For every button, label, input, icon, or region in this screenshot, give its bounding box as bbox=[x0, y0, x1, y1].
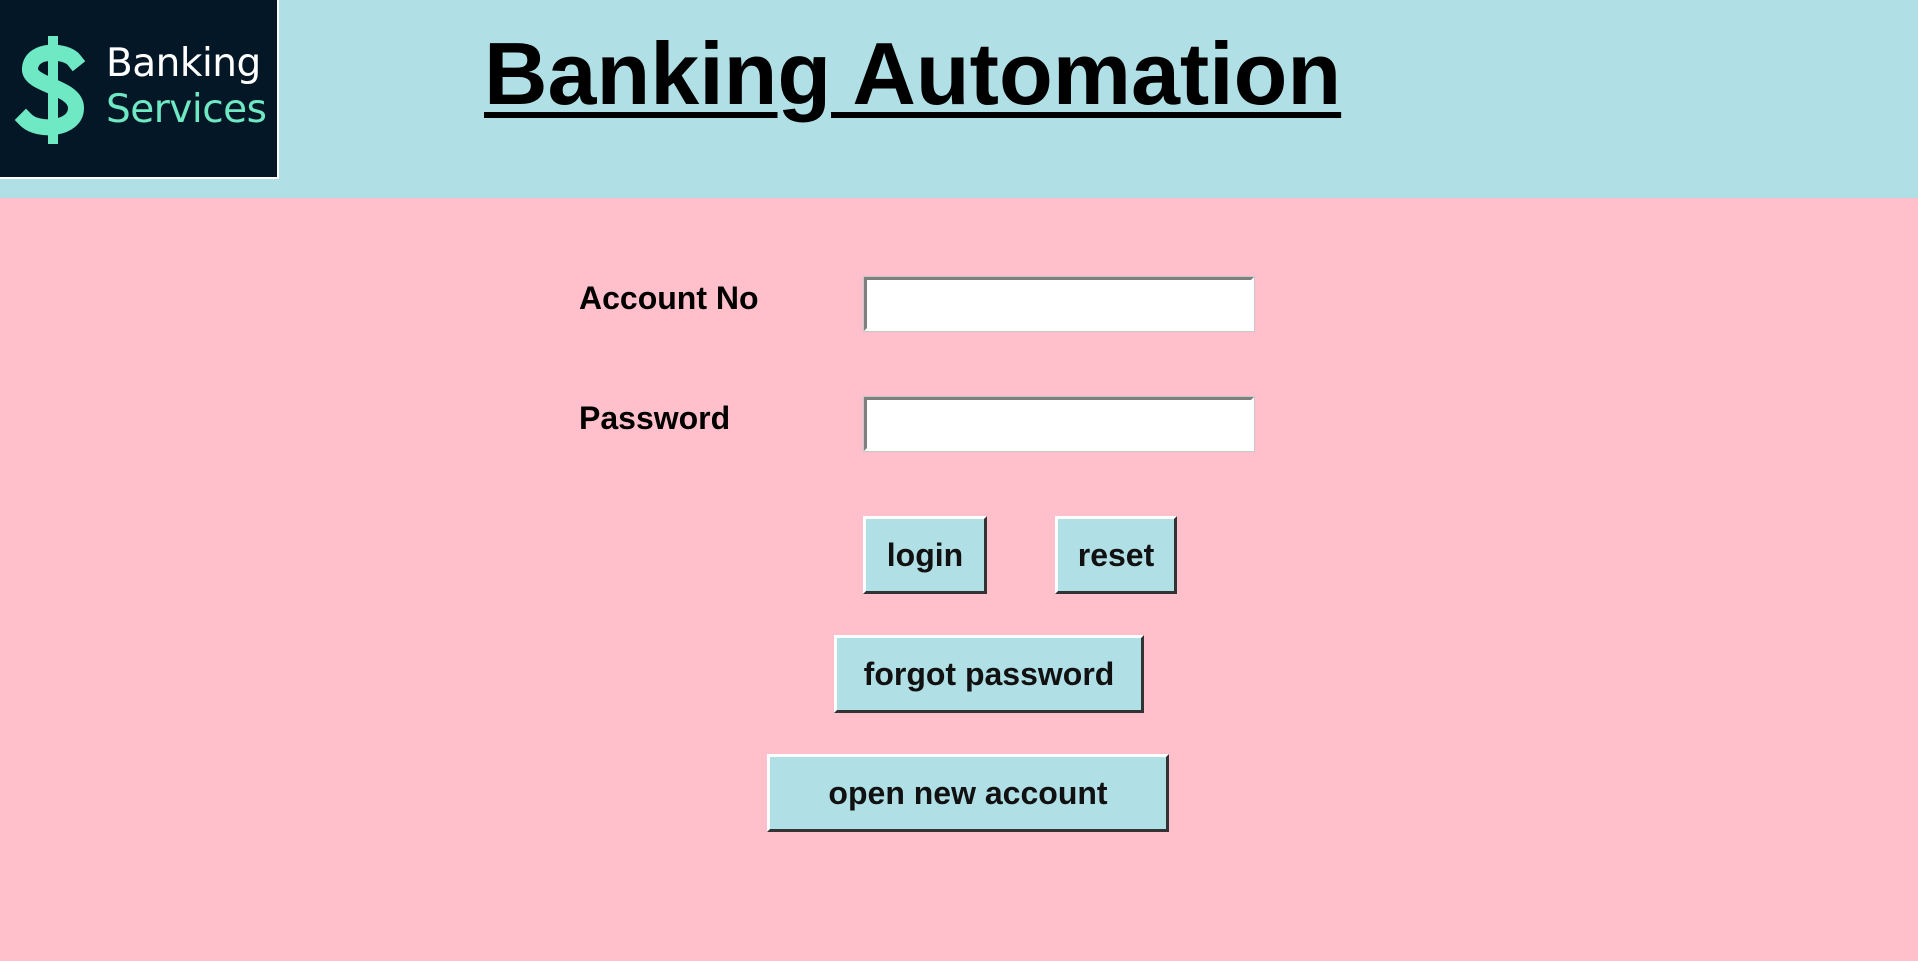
page-title: Banking Automation bbox=[484, 24, 1342, 123]
open-new-account-button[interactable]: open new account bbox=[767, 754, 1169, 832]
reset-button[interactable]: reset bbox=[1055, 516, 1177, 594]
password-label: Password bbox=[579, 400, 731, 436]
password-input[interactable] bbox=[863, 396, 1255, 452]
header-bar: Banking Services Banking Automation bbox=[0, 0, 1918, 198]
account-no-label: Account No bbox=[579, 280, 759, 316]
forgot-password-button[interactable]: forgot password bbox=[834, 635, 1144, 713]
dollar-sign-icon bbox=[14, 36, 86, 144]
logo-text-services: Services bbox=[106, 87, 267, 132]
login-button[interactable]: login bbox=[863, 516, 987, 594]
logo-text-banking: Banking bbox=[106, 41, 261, 86]
banking-services-logo: Banking Services bbox=[0, 0, 279, 179]
account-no-input[interactable] bbox=[863, 276, 1255, 332]
